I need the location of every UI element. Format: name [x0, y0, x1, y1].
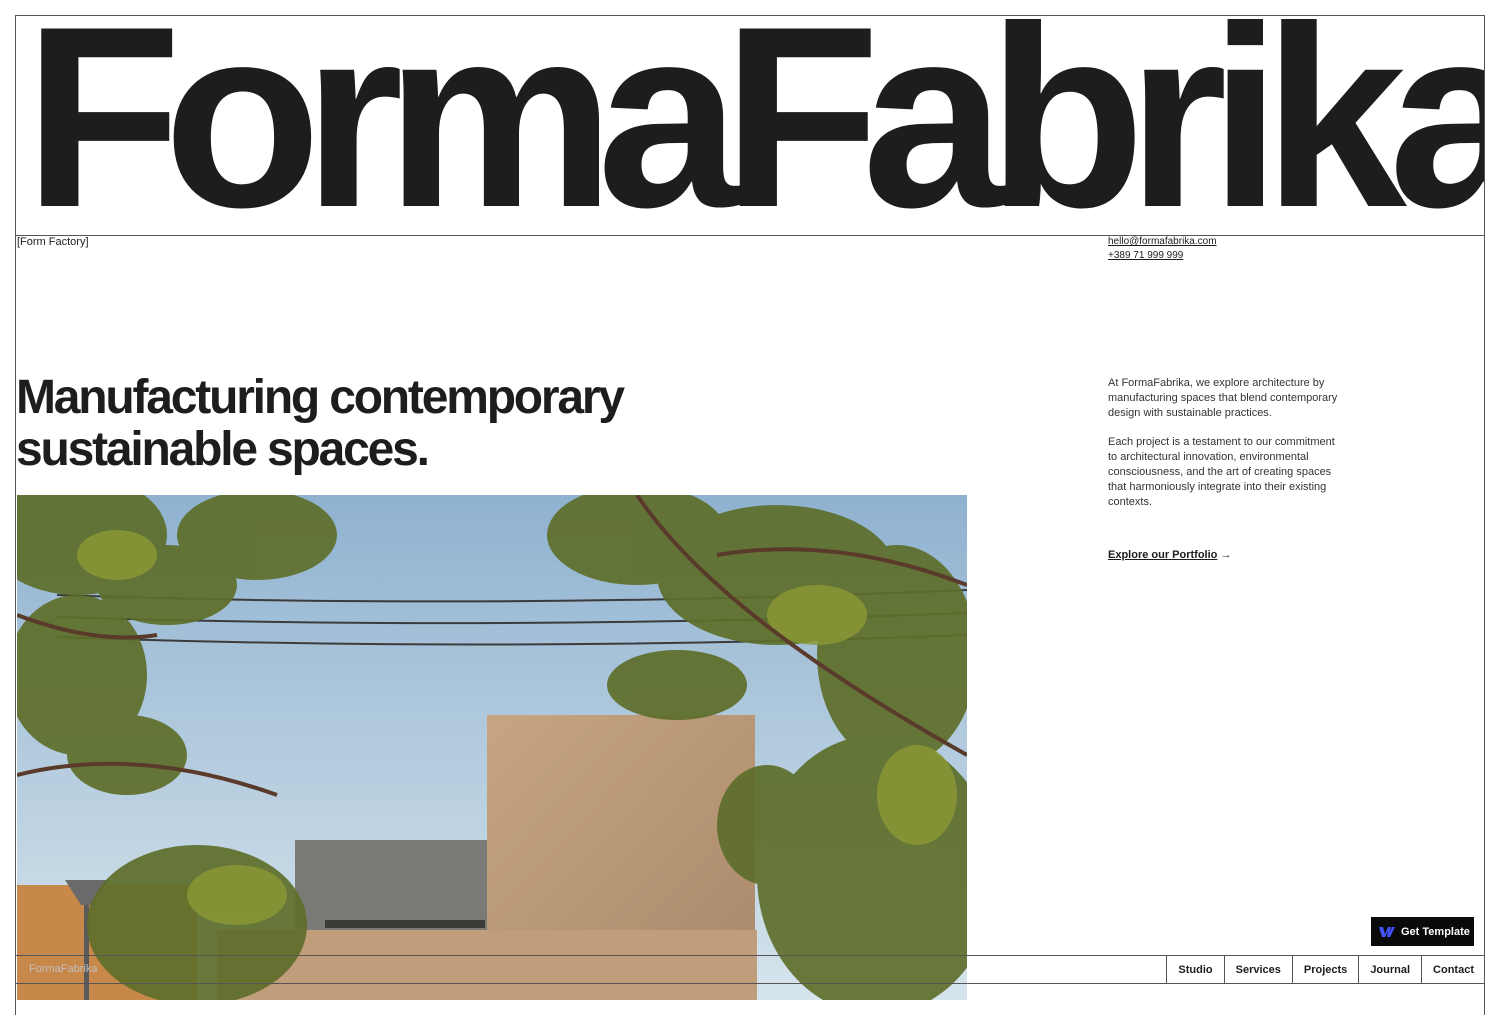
footer-nav: Studio Services Projects Journal Contact: [1166, 956, 1485, 983]
tagline: [Form Factory]: [17, 236, 89, 248]
explore-portfolio-label: Explore our Portfolio: [1108, 549, 1218, 561]
intro-text: At FormaFabrika, we explore architecture…: [1108, 376, 1340, 524]
contact-block: hello@formafabrika.com +389 71 999 999: [1108, 235, 1217, 263]
nav-item-studio[interactable]: Studio: [1166, 956, 1223, 983]
building-illustration: [17, 495, 967, 1000]
phone-link[interactable]: +389 71 999 999: [1108, 249, 1217, 263]
nav-item-projects[interactable]: Projects: [1291, 956, 1358, 983]
hero-headline: Manufacturing contemporary sustainable s…: [16, 372, 716, 476]
email-link[interactable]: hello@formafabrika.com: [1108, 235, 1217, 249]
nav-item-contact[interactable]: Contact: [1421, 956, 1485, 983]
get-template-button[interactable]: Get Template: [1371, 917, 1474, 946]
arrow-right-icon: →: [1220, 549, 1232, 561]
explore-portfolio-link[interactable]: Explore our Portfolio →: [1108, 549, 1231, 561]
hero-photo: [17, 495, 967, 1000]
nav-item-services[interactable]: Services: [1223, 956, 1292, 983]
brand-banner: FormaFabrika: [16, 16, 1484, 236]
headline-line-1: Manufacturing contemporary: [16, 371, 625, 424]
intro-paragraph-1: At FormaFabrika, we explore architecture…: [1108, 377, 1338, 419]
intro-paragraph-2: Each project is a testament to our commi…: [1108, 436, 1335, 508]
get-template-label: Get Template: [1401, 925, 1470, 938]
footer-bar: FormaFabrika Studio Services Projects Jo…: [15, 955, 1485, 984]
nav-item-journal[interactable]: Journal: [1358, 956, 1421, 983]
webflow-icon: [1379, 926, 1395, 937]
headline-line-2: sustainable spaces.: [16, 423, 430, 476]
footer-logo[interactable]: FormaFabrika: [29, 963, 97, 975]
brand-wordmark[interactable]: FormaFabrika: [24, 16, 1484, 235]
